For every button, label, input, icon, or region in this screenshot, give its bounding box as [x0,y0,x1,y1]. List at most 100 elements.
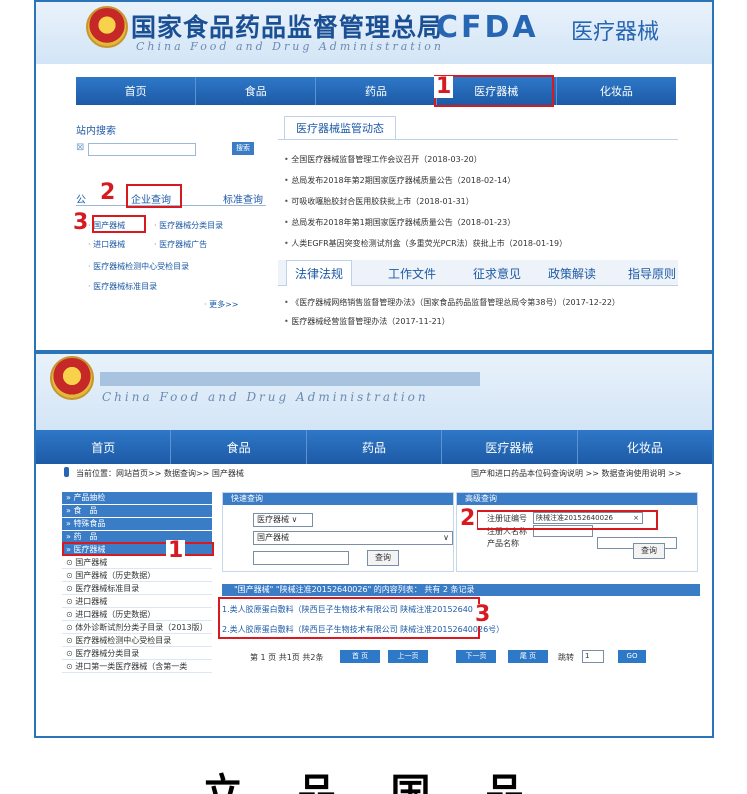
chevron-down-icon: ∨ [443,533,449,542]
cfda-logo: CFDA [436,10,539,45]
step-marker-3: 3 [73,210,89,235]
site-header: China Food and Drug Administration [36,354,712,430]
go-button[interactable]: GO [618,650,646,663]
quick-search-panel: 快速查询 医疗器械 ∨ 国产器械 ∨ 查询 [222,492,454,572]
last-page-button[interactable]: 尾 页 [508,650,548,663]
nav-food[interactable]: 食品 [196,77,317,105]
national-emblem-icon [50,356,94,400]
main-nav: 首页 食品 药品 医疗器械 化妆品 [76,77,676,105]
step-marker-3: 3 [473,602,493,627]
sidebar-item-imported[interactable]: 进口器械 [62,596,212,608]
sidebar-header-sampling[interactable]: » 产品抽检 [62,492,212,504]
step-marker-1: 1 [434,74,454,99]
step-marker-2: 2 [100,180,116,205]
tab-guidelines[interactable]: 指导原则 [628,265,676,282]
more-link[interactable]: 更多>> [204,299,238,310]
sidebar-item-class1-imported[interactable]: 进口第一类医疗器械（含第一类 [62,661,212,673]
site-category: 医疗器械 [571,20,660,45]
law-tab-bar: 法律法规 工作文件 征求意见 政策解读 指导原则 [278,260,678,286]
result-header: "国产器械" "陕械注准20152640026" 的内容列表： 共有 2 条记录 [222,584,700,596]
nav-food[interactable]: 食品 [171,430,307,464]
first-page-button[interactable]: 首 页 [340,650,380,663]
highlight-box-reg-number [476,510,658,530]
nav-home[interactable]: 首页 [36,430,172,464]
help-links[interactable]: 国产和进口药品本位码查询说明 >> 数据查询使用说明 >> [471,468,681,479]
highlight-box-domestic [92,215,146,233]
site-search-title: 站内搜索 [76,126,116,137]
quick-search-title: 快速查询 [223,493,453,505]
nav-drug[interactable]: 药品 [316,77,437,105]
link-device-classification[interactable]: 医疗器械分类目录 [154,220,223,231]
tab-standard-query[interactable]: 标准查询 [223,191,263,206]
sidebar-item-classification[interactable]: 医疗器械分类目录 [62,648,212,660]
tab-consultation[interactable]: 征求意见 [473,265,521,282]
law-item[interactable]: 医疗器械经营监督管理办法（2017-11-21） [284,316,450,327]
site-english-title: China Food and Drug Administration [102,390,429,404]
screenshot-panel-homepage: 国家食品药品监督管理总局 China Food and Drug Adminis… [34,0,714,352]
tab-device-news[interactable]: 医疗器械监管动态 [284,116,396,140]
sidebar-item-imported-history[interactable]: 进口器械（历史数据） [62,609,212,621]
sidebar-item-ivd[interactable]: 体外诊断试剂分类子目录（2013版） [62,622,212,634]
chevron-down-icon: ∨ [291,515,298,524]
page-number-input[interactable]: 1 [582,650,604,663]
sidebar-header-special-food[interactable]: » 特殊食品 [62,518,212,530]
highlight-box-enterprise [126,184,182,208]
site-header: 国家食品药品监督管理总局 China Food and Drug Adminis… [36,2,712,64]
step-marker-2: 2 [458,506,478,531]
tab-public[interactable]: 公 [76,191,86,206]
pagination-info: 第 1 页 共1页 共2条 [250,653,324,662]
search-icon: ⊠ [76,142,85,153]
nav-cosmetics[interactable]: 化妆品 [557,77,676,105]
site-english-title: China Food and Drug Administration [136,40,444,53]
news-item[interactable]: 全国医疗器械监督管理工作会议召开（2018-03-20） [284,154,482,165]
news-item[interactable]: 总局发布2018年第1期国家医疗器械质量公告（2018-01-23） [284,217,515,228]
advanced-search-title: 高级查询 [457,493,697,505]
category-select[interactable]: 医疗器械 ∨ [253,513,313,527]
law-item[interactable]: 《医疗器械网络销售监督管理办法》（国家食品药品监督管理总局令第38号）（2017… [284,297,620,308]
tab-policy-interpretation[interactable]: 政策解读 [548,265,596,282]
nav-home[interactable]: 首页 [76,77,197,105]
site-title-cropped [100,372,480,386]
nav-medical-device[interactable]: 医疗器械 [442,430,578,464]
tab-work-docs[interactable]: 工作文件 [388,265,436,282]
tab-laws[interactable]: 法律法规 [286,260,353,286]
link-device-ads[interactable]: 医疗器械广告 [154,239,207,250]
location-pin-icon [64,467,69,477]
link-testing-center-list[interactable]: 医疗器械检测中心受检目录 [88,261,189,272]
nav-drug[interactable]: 药品 [307,430,443,464]
nav-cosmetics[interactable]: 化妆品 [578,430,712,464]
prev-page-button[interactable]: 上一页 [388,650,428,663]
sidebar-item-domestic[interactable]: 国产器械 [62,557,212,569]
product-name-label: 产品名称 [487,539,519,548]
main-nav: 首页 食品 药品 医疗器械 化妆品 [36,430,712,464]
sidebar-item-domestic-history[interactable]: 国产器械（历史数据） [62,570,212,582]
sidebar-item-testing-center[interactable]: 医疗器械检测中心受检目录 [62,635,212,647]
news-item[interactable]: 可吸收噻胎胶封合医用胶获批上市（2018-01-31） [284,196,474,207]
subcategory-select[interactable]: 国产器械 ∨ [253,531,453,545]
link-imported-devices[interactable]: 进口器械 [88,239,125,250]
keyword-input[interactable] [253,551,349,565]
category-select-value: 医疗器械 [257,515,289,524]
site-search-input[interactable] [88,143,196,156]
jump-label: 跳转 [558,653,574,662]
bottom-caption: 立 品 国 品 [202,771,545,794]
highlight-box-results [218,597,480,639]
subcategory-select-value: 国产器械 [257,533,289,542]
next-page-button[interactable]: 下一页 [456,650,496,663]
screenshot-panel-query: China Food and Drug Administration 首页 食品… [34,352,714,738]
advanced-search-button[interactable]: 查询 [633,543,665,559]
news-item[interactable]: 人类EGFR基因突变检测试剂盒（多重荧光PCR法）获批上市（2018-01-19… [284,238,567,249]
step-marker-1: 1 [166,538,186,563]
site-title: 国家食品药品监督管理总局 [131,13,444,42]
news-divider [278,139,678,140]
breadcrumb: 当前位置：网站首页>> 数据查询>> 国产器械 [76,469,244,478]
link-standard-list[interactable]: 医疗器械标准目录 [88,281,157,292]
sidebar-item-standards[interactable]: 医疗器械标准目录 [62,583,212,595]
quick-search-button[interactable]: 查询 [367,550,399,566]
sidebar-header-food[interactable]: » 食 品 [62,505,212,517]
advanced-search-panel: 高级查询 注册证编号 陕械注准20152640026 × 注册人名称 产品名称 查… [456,492,698,572]
news-item[interactable]: 总局发布2018年第2期国家医疗器械质量公告（2018-02-14） [284,175,515,186]
national-emblem-icon [86,6,128,48]
highlight-box-sidebar [62,542,214,556]
site-search-button[interactable]: 搜索 [232,142,254,155]
